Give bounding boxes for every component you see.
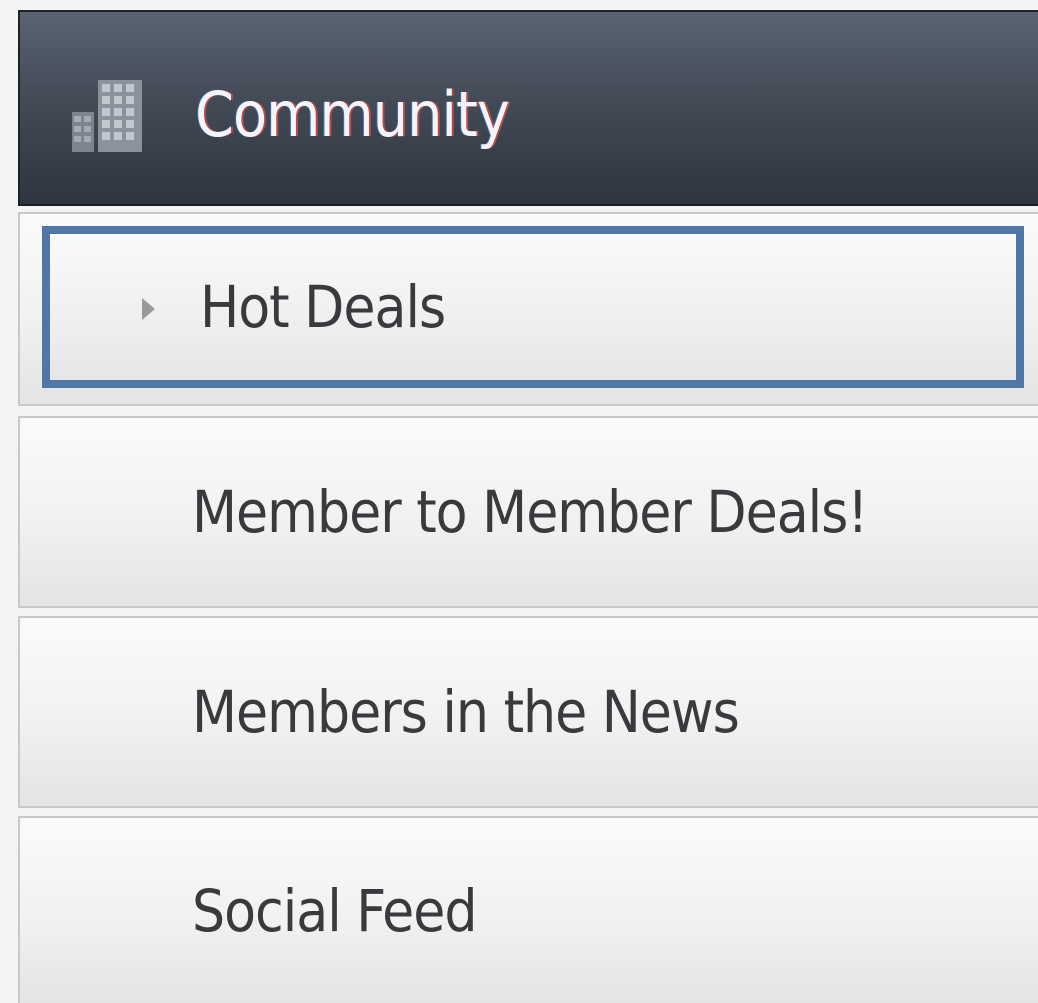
menu-item-social-feed[interactable]: Social Feed [18,816,1038,1003]
menu-item-label: Members in the News [192,678,740,746]
menu-item-members-in-the-news[interactable]: Members in the News [18,616,1038,808]
menu-item-label: Social Feed [192,876,477,945]
caret-right-icon [142,298,155,320]
menu-item-hot-deals[interactable]: Hot Deals [18,212,1038,406]
community-nav-menu: Community Hot Deals Member to Member Dea… [0,0,1038,1003]
nav-header-title: Community [195,78,510,151]
menu-item-label: Member to Member Deals! [192,478,868,546]
menu-item-label: Hot Deals [200,273,446,341]
menu-item-member-to-member-deals[interactable]: Member to Member Deals! [18,416,1038,608]
nav-header[interactable]: Community [18,10,1038,206]
building-icon [72,80,142,152]
focus-ring: Hot Deals [42,226,1024,388]
